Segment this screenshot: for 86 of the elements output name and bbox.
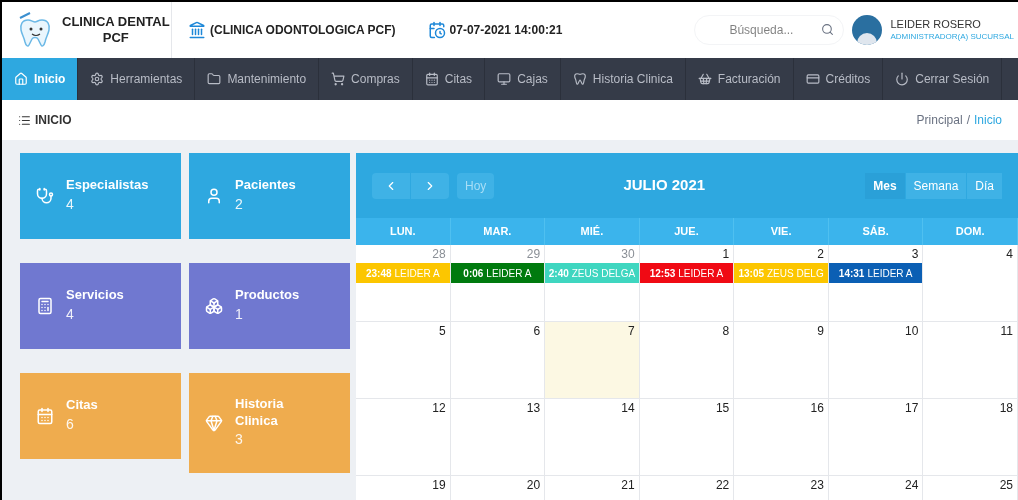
day-number: 11 [1000,323,1014,340]
folder-icon [207,72,222,86]
day-cell[interactable]: 2 13:05 ZEUS DELG [734,245,829,321]
clinic-name: (CLINICA ODONTOLOGICA PCF) [210,22,396,39]
monitor-icon [497,72,512,86]
brand-name: CLINICA DENTAL [62,13,170,30]
power-icon [895,72,910,86]
gem-icon [205,414,223,432]
date-time: 07-07-2021 14:00:21 [449,22,563,39]
day-number: 4 [1006,246,1014,263]
calculator-icon [36,297,54,315]
page-title: INICIO [35,112,72,129]
tile-count: 2 [235,194,244,214]
day-number: 13 [526,400,542,417]
calendar-title: JULIO 2021 [622,175,707,196]
next-button[interactable] [410,172,449,199]
home-icon [14,72,28,86]
card-icon [805,72,820,86]
day-number: 7 [628,323,636,340]
tooth-icon [572,72,587,86]
tile-label: Pacientes [235,177,297,194]
day-number: 8 [722,323,731,340]
breadcrumb-separator: / [966,112,970,129]
tile-label: Productos [235,287,301,304]
day-cell[interactable]: 30 2:40 ZEUS DELGA [545,245,640,321]
calendar-event[interactable]: 0:06 LEIDER A [450,263,545,283]
day-number: 18 [999,400,1014,417]
stethoscope-icon [36,187,54,205]
day-number: 15 [715,400,731,417]
calendar-event[interactable]: 12:53 LEIDER A [639,263,734,283]
day-number: 16 [810,400,825,417]
day-number: 24 [905,477,920,494]
day-number: 19 [432,477,447,494]
user-role: ADMINISTRADOR(A) SUCURSAL [890,31,1014,42]
stat-tile[interactable]: Servicios 4 [20,263,181,349]
calendar-icon [36,407,54,425]
day-number: 22 [715,477,731,494]
tile-label: Historia Clinica [235,396,285,429]
day-number: 6 [533,323,542,340]
tile-count: 4 [66,194,75,214]
calendar-icon [424,72,439,86]
previous-button[interactable] [372,172,410,199]
tile-count: 3 [235,429,244,449]
day-cell[interactable]: 1 12:53 LEIDER A [639,245,735,321]
list-icon [18,113,31,127]
calendar-clock-icon [427,21,446,39]
avatar-icon [852,15,883,45]
day-number: 2 [817,246,825,263]
calendar-event[interactable]: 14:31 LEIDER A [828,263,923,283]
tile-count: 1 [235,304,244,324]
day-number: 29 [526,246,542,263]
user-icon [205,187,223,205]
tile-label: Citas [66,397,99,414]
bank-icon [188,21,206,39]
tile-count: 6 [66,414,75,434]
cart-icon [331,72,346,86]
tile-label: Servicios [66,287,125,304]
day-number: 3 [911,246,920,263]
day-number: 17 [905,400,920,417]
day-number: 5 [438,323,447,340]
day-number: 25 [999,477,1014,494]
boxes-icon [205,297,223,315]
day-number: 28 [432,246,447,263]
gear-icon [90,72,105,86]
basket-icon [697,72,712,86]
brand-subtitle: PCF [102,30,129,47]
day-number: 1 [722,246,731,263]
day-number: 10 [905,323,920,340]
day-number: 20 [526,477,542,494]
search-icon [821,23,835,36]
day-number: 21 [621,477,636,494]
stat-tile[interactable]: Productos 1 [189,263,350,349]
search-field[interactable]: Búsqueda... [694,15,845,45]
day-cell[interactable]: 3 14:31 LEIDER A [828,245,924,321]
user-name: LEIDER ROSERO [890,18,982,32]
day-number: 12 [432,400,447,417]
day-cell[interactable]: 28 23:48 LEIDER A [356,245,451,321]
day-cell[interactable]: 7 [545,322,640,398]
day-number: 14 [621,400,636,417]
day-number: 9 [817,323,825,340]
tile-label: Especialistas [66,177,150,194]
breadcrumb-link[interactable]: Principal [916,111,963,129]
day-number: 23 [810,477,825,494]
tile-count: 4 [66,304,75,324]
day-number: 30 [621,246,636,263]
day-cell[interactable]: 29 0:06 LEIDER A [450,245,546,321]
